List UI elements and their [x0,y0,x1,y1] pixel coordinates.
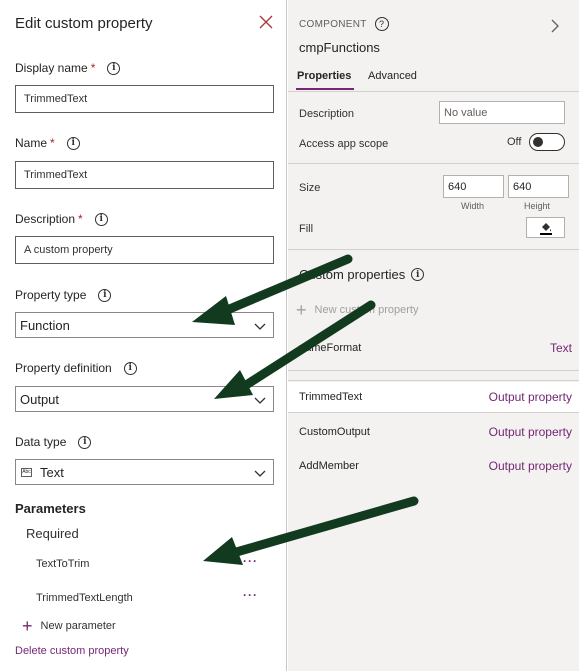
custom-property-type: Output property [488,459,572,473]
tab-properties[interactable]: Properties [297,70,351,82]
property-definition-dropdown[interactable]: Output [15,386,274,412]
info-icon[interactable]: i [98,288,112,302]
property-type-value: Function [20,317,70,333]
description-label: Description * i [15,212,108,226]
more-options-icon[interactable]: ··· [243,554,258,568]
info-icon[interactable]: i [94,212,108,226]
component-label: COMPONENT [299,18,367,30]
access-app-scope-label: Access app scope [299,138,389,150]
name-label: Name * i [15,136,80,150]
panel-title: Edit custom property [15,15,153,32]
custom-property-type: Text [549,341,572,355]
property-type-dropdown[interactable]: Function [15,312,274,338]
component-header: COMPONENT ? [299,17,389,31]
new-custom-property-button[interactable]: + New custom property [296,300,419,320]
height-sublabel: Height [524,201,551,211]
chevron-down-icon [254,397,266,404]
custom-property-type: Output property [488,425,572,439]
info-icon[interactable]: i [107,61,121,75]
property-definition-label: Property definition i [15,361,137,375]
data-type-dropdown[interactable]: Abc Text [15,459,274,485]
more-options-icon[interactable]: ··· [243,588,258,602]
access-app-scope-toggle[interactable] [529,133,565,151]
parameters-heading: Parameters [15,501,86,516]
active-tab-indicator [296,88,354,90]
property-definition-value: Output [20,391,60,407]
chevron-down-icon [254,323,266,330]
divider [288,91,579,92]
info-icon[interactable]: i [123,361,137,375]
edit-custom-property-panel: Edit custom property Display name * i Tri… [0,0,287,671]
custom-property-row[interactable]: nameFormat Text [288,333,579,363]
new-parameter-label: New parameter [40,620,116,632]
parameter-item[interactable]: TrimmedTextLength [36,592,133,604]
delete-custom-property-link[interactable]: Delete custom property [15,645,129,657]
width-input[interactable]: 640 [443,175,504,198]
description-input[interactable]: A custom property [15,236,274,264]
component-name: cmpFunctions [299,40,380,55]
component-properties-panel: COMPONENT ? cmpFunctions Properties Adva… [288,0,579,671]
custom-property-type: Output property [488,390,572,404]
parameter-item[interactable]: TextToTrim [36,558,89,570]
size-label: Size [299,182,321,194]
custom-property-row[interactable]: CustomOutput Output property [288,417,579,447]
toggle-knob [533,137,543,147]
tab-advanced[interactable]: Advanced [368,70,417,82]
custom-property-name: AddMember [299,460,359,472]
custom-property-name: CustomOutput [299,426,370,438]
description-label: Description [299,108,355,120]
divider [288,370,579,371]
divider [288,380,579,381]
property-type-label: Property type i [15,288,112,302]
plus-icon: + [296,300,307,320]
close-icon[interactable] [258,14,274,30]
display-name-label: Display name * i [15,61,121,75]
divider [288,249,579,250]
toggle-state-label: Off [507,136,522,148]
custom-property-name: TrimmedText [299,391,363,403]
data-type-value: Text [40,464,64,480]
new-parameter-button[interactable]: + New parameter [22,616,116,636]
fill-label: Fill [299,223,314,235]
description-input[interactable]: No value [439,101,565,124]
divider [288,163,579,164]
display-name-input[interactable]: TrimmedText [15,85,274,113]
data-type-label: Data type i [15,435,92,449]
plus-icon: + [22,616,33,636]
chevron-right-icon[interactable] [549,19,561,33]
custom-property-row-selected[interactable]: TrimmedText Output property [288,382,579,412]
width-sublabel: Width [461,201,485,211]
new-custom-property-label: New custom property [314,304,419,316]
name-input[interactable]: TrimmedText [15,161,274,189]
custom-property-name: nameFormat [299,342,362,354]
fill-color-picker[interactable] [526,217,565,238]
required-group-label: Required [26,526,79,541]
divider [288,412,579,413]
paint-bucket-icon [539,222,552,235]
info-icon[interactable]: i [411,268,425,281]
height-input[interactable]: 640 [508,175,569,198]
chevron-down-icon [254,470,266,477]
help-icon[interactable]: ? [374,17,389,31]
info-icon[interactable]: i [78,435,92,449]
text-type-icon: Abc [21,467,32,477]
info-icon[interactable]: i [66,136,80,150]
custom-property-row[interactable]: AddMember Output property [288,451,579,481]
custom-properties-heading: Custom properties i [299,267,425,282]
